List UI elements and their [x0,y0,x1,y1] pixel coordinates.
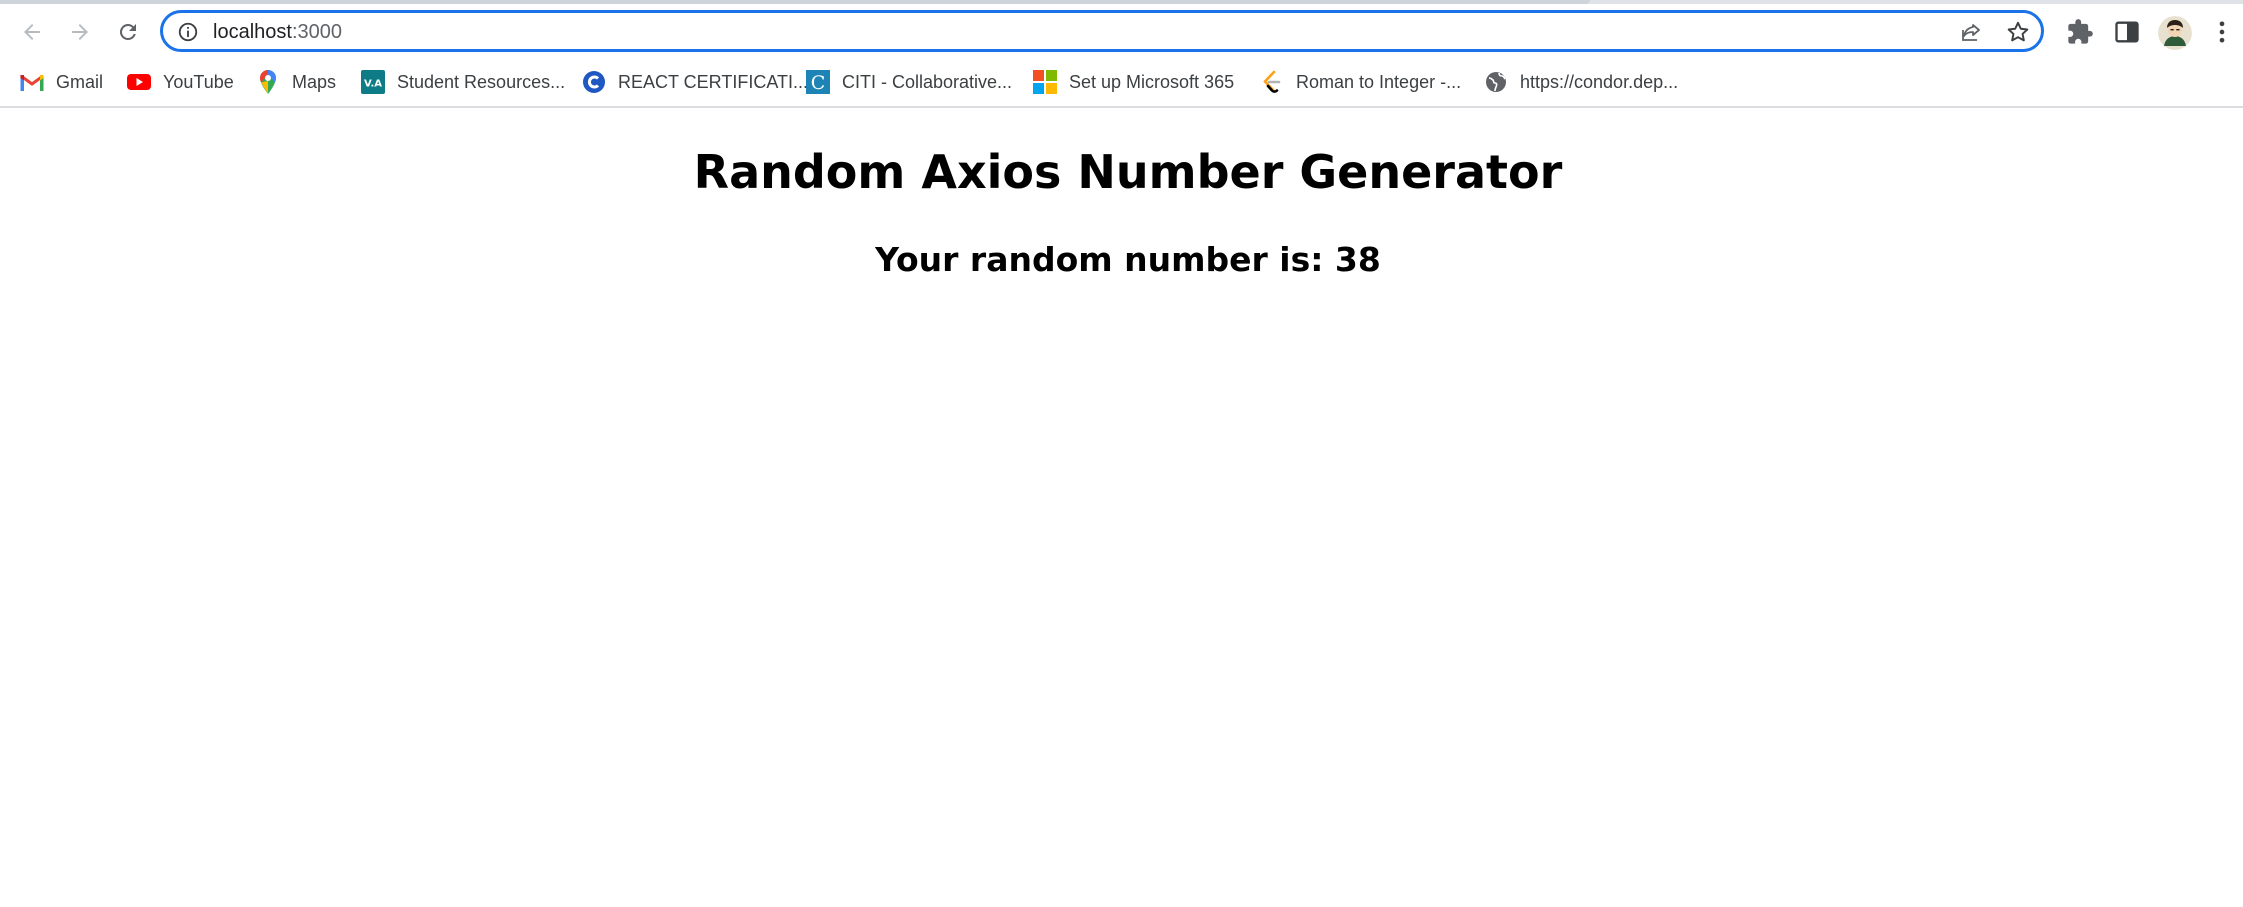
address-bar[interactable]: localhost:3000 [160,10,2044,52]
url-host: localhost [213,21,292,43]
bookmark-label: REACT CERTIFICATI... [618,71,809,92]
url-port: :3000 [291,21,342,43]
bookmark-react-certification[interactable]: REACT CERTIFICATI... [582,67,808,97]
bookmark-maps[interactable]: Maps [256,67,336,97]
info-icon[interactable] [177,21,199,43]
bookmark-label: YouTube [163,71,234,92]
gmail-icon [20,70,44,94]
star-icon[interactable] [2005,19,2031,45]
bookmark-label: Maps [292,71,337,92]
microsoft-icon [1033,70,1057,94]
bookmark-microsoft-365[interactable]: Set up Microsoft 365 [1033,67,1234,97]
c-circle-icon [582,70,606,94]
bookmark-condor[interactable]: https://condor.dep... [1484,67,1678,97]
side-panel-icon[interactable] [2113,18,2141,46]
avatar-image-icon [2158,16,2192,50]
reload-icon [119,23,136,40]
bookmark-label: https://condor.dep... [1520,71,1679,92]
back-button[interactable] [14,14,50,50]
page-title: Random Axios Number Generator [693,145,1563,199]
bookmark-citi[interactable]: C CITI - Collaborative... [806,67,1012,97]
bookmark-label: Roman to Integer -... [1296,71,1462,92]
browser-toolbar: localhost:3000 [0,4,2243,60]
youtube-icon [127,70,151,94]
bookmark-roman-to-integer[interactable]: Roman to Integer -... [1260,67,1461,97]
bookmark-label: Set up Microsoft 365 [1069,71,1235,92]
svg-text:C: C [811,72,826,94]
bookmark-student-resources[interactable]: V.A Student Resources... [361,67,565,97]
globe-icon [1484,70,1508,94]
arrow-left-icon [24,24,40,40]
va-icon: V.A [361,70,385,94]
reload-button[interactable] [110,14,146,50]
browser-window: localhost:3000 Gmail YouTube Maps V.A St… [0,0,2243,907]
citi-icon: C [806,70,830,94]
bookmark-label: CITI - Collaborative... [842,71,1013,92]
page-content: Random Axios Number Generator Your rando… [0,108,2243,907]
bookmark-label: Student Resources... [397,71,566,92]
arrow-right-icon [72,24,88,40]
maps-icon [256,70,280,94]
share-icon[interactable] [1959,20,1983,44]
bookmark-youtube[interactable]: YouTube [127,67,234,97]
bookmark-gmail[interactable]: Gmail [20,67,103,97]
random-number-text: Your random number is: 38 [875,240,1381,279]
puzzle-icon[interactable] [2066,18,2094,46]
bookmark-label: Gmail [56,71,104,92]
forward-button[interactable] [62,14,98,50]
leetcode-icon [1260,70,1284,94]
profile-avatar[interactable] [2158,16,2192,50]
kebab-menu-icon[interactable] [2208,18,2236,46]
bookmarks-bar: Gmail YouTube Maps V.A Student Resources… [0,60,2243,108]
url-text[interactable]: localhost:3000 [213,19,342,45]
svg-text:V.A: V.A [364,79,382,90]
